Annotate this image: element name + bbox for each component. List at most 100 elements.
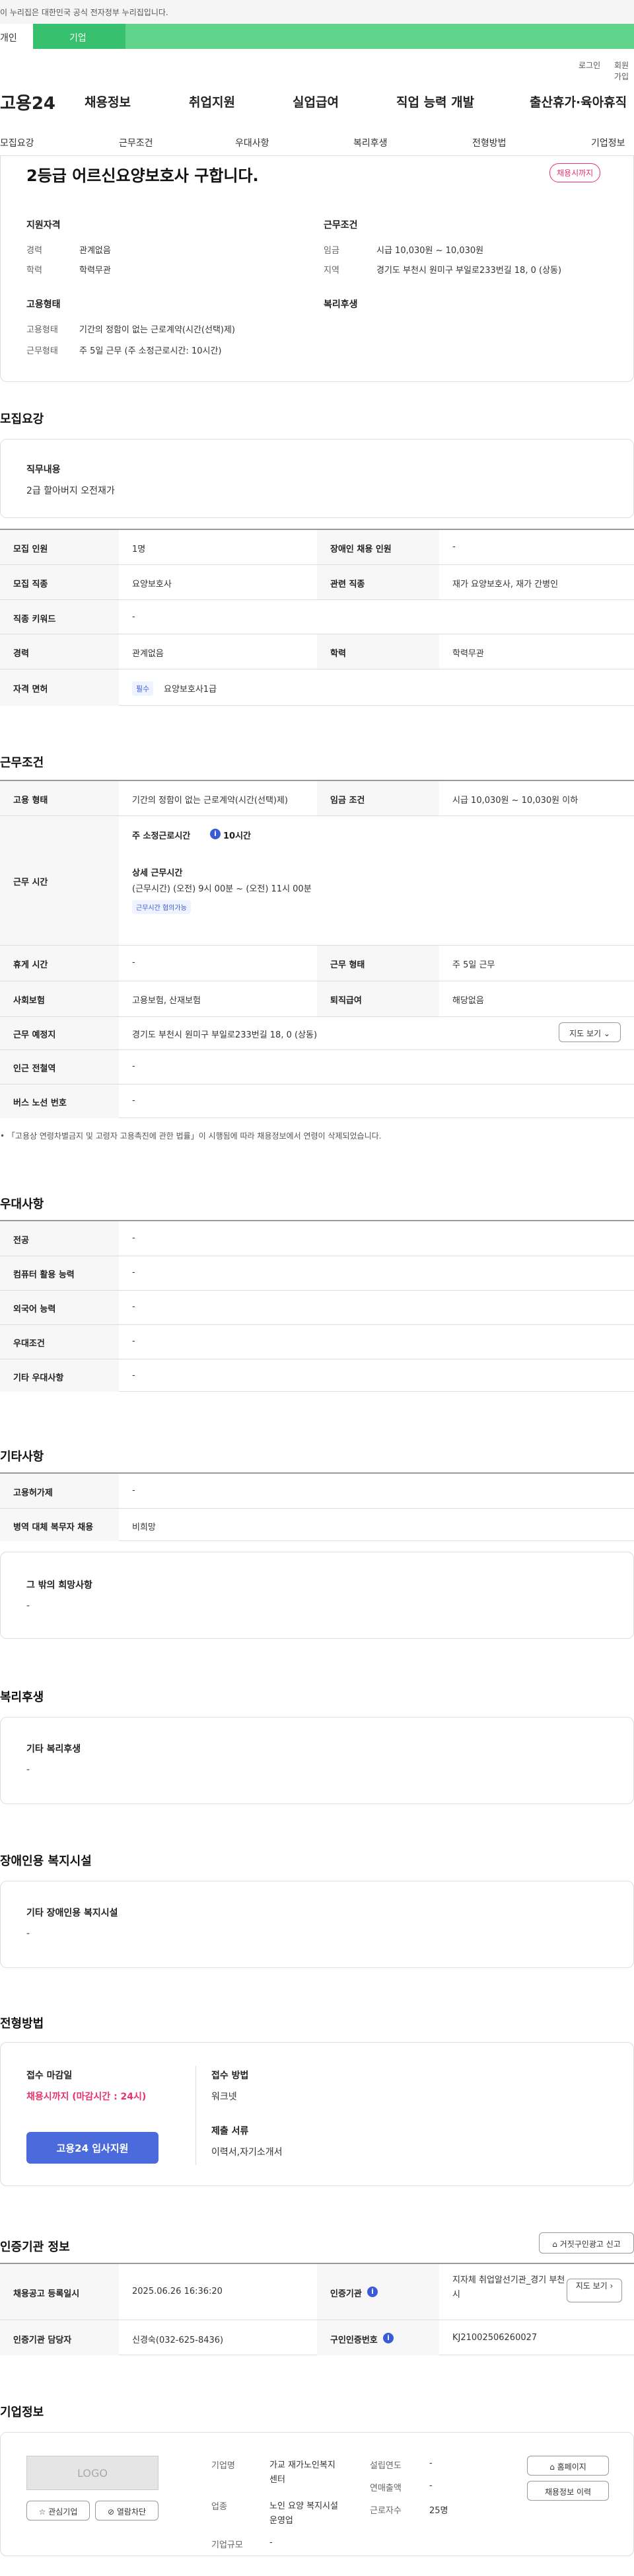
label-cert-org: 인증기관 (330, 2289, 362, 2299)
subnav-company[interactable]: 기업정보 (591, 136, 625, 149)
label-emptype: 고용 형태 (13, 796, 48, 806)
value-license: 요양보호사1급 (164, 685, 217, 695)
join-link[interactable]: 회원가입 (614, 59, 634, 82)
docs-value: 이력서,자기소개서 (211, 2147, 283, 2158)
docs-label: 제출 서류 (211, 2126, 249, 2137)
value-edu: 학력무관 (452, 649, 484, 659)
label-sales: 연매출액 (370, 2483, 402, 2493)
deadline-badge: 채용시까지 (549, 163, 601, 182)
age-footnote: • 「고용상 연령차별금지 및 고령자 고용촉진에 관한 법률」이 시행됨에 따… (0, 1131, 382, 1141)
value-station: - (132, 1061, 135, 1071)
company-section-title: 기업정보 (0, 2406, 44, 2419)
apply-button[interactable]: 고용24 입사지원 (26, 2132, 158, 2164)
tab-business[interactable]: 기업 (33, 24, 125, 49)
etc-table: 고용허가제 - 병역 대체 복무자 채용 비희망 (0, 1472, 634, 1541)
cert-number-info-icon[interactable]: i (383, 2333, 394, 2343)
welfare-card (0, 1717, 634, 1804)
favorite-company-button[interactable]: ☆ 관심기업 (26, 2501, 90, 2520)
nav-unemployment-benefit[interactable]: 실업급여 (293, 93, 339, 110)
negotiable-badge: 근무시간 협의가능 (132, 900, 191, 914)
label-company-name: 기업명 (211, 2461, 235, 2471)
deadline-label: 접수 마감일 (26, 2070, 73, 2081)
emptype-label: 고용형태 (26, 325, 58, 335)
label-cert-number: 구인인증번호 (330, 2335, 378, 2345)
home-icon: ⌂ (552, 2240, 557, 2249)
homepage-button[interactable]: ⌂ 홈페이지 (527, 2456, 609, 2476)
value-emptype: 기간의 정함이 없는 근로계약(시간(선택)제) (132, 796, 289, 806)
duty-value: 2급 할아버지 오전재가 (26, 486, 115, 496)
tab-individual[interactable]: 개인 (0, 24, 33, 49)
site-logo[interactable]: 고용24 (0, 90, 55, 114)
employment-heading: 고용형태 (26, 299, 61, 310)
work-table: 고용 형태 기간의 정함이 없는 근로계약(시간(선택)제) 임금 조건 시급 … (0, 780, 634, 1118)
block-view-button[interactable]: ⊘ 열람차단 (95, 2501, 158, 2520)
subnav-work[interactable]: 근무조건 (119, 136, 153, 149)
subnav-preference[interactable]: 우대사항 (235, 136, 269, 149)
value-career: 관계없음 (132, 649, 164, 659)
job-history-button[interactable]: 채용정보 이력 (527, 2481, 609, 2501)
nav-vocational-training[interactable]: 직업 능력 개발 (396, 93, 474, 110)
label-disabled-count: 장애인 채용 인원 (330, 545, 392, 554)
map-view-button[interactable]: 지도 보기 ⌄ (559, 1022, 621, 1042)
pref-section-title: 우대사항 (0, 1197, 44, 1211)
cert-map-button[interactable]: 지도 보기 › (567, 2279, 622, 2302)
label-wage: 임금 조건 (330, 796, 365, 806)
label-bus: 버스 노선 번호 (13, 1098, 67, 1108)
value-workplace: 경기도 부천시 원미구 부일로233번길 18, 0 (상동) (132, 1030, 318, 1040)
subnav-recruit[interactable]: 모집요강 (0, 136, 34, 149)
label-job: 모집 직종 (13, 580, 48, 589)
info-icon[interactable]: i (210, 829, 221, 839)
nav-employment-support[interactable]: 취업지원 (189, 93, 235, 110)
cert-section-title: 인증기관 정보 (0, 2240, 70, 2254)
value-major: - (132, 1233, 135, 1243)
area-value: 경기도 부천시 원미구 부일로233번길 18, 0 (상동) (376, 266, 562, 276)
welfare-heading: 복리후생 (324, 299, 358, 310)
subnav-welfare[interactable]: 복리후생 (353, 136, 388, 149)
worktype-value: 주 5일 근무 (주 소정근로시간: 10시간) (79, 346, 222, 356)
license-required-badge: 필수 (132, 681, 154, 696)
value-pref-condition: - (132, 1336, 135, 1346)
disability-value: - (26, 1928, 30, 1939)
subnav-selection[interactable]: 전형방법 (472, 136, 507, 149)
value-cert-manager: 신경숙(032-625-8436) (132, 2335, 224, 2345)
emptype-value: 기간의 정함이 없는 근로계약(시간(선택)제) (79, 325, 236, 335)
weekly-hours-value: 10시간 (223, 831, 252, 841)
value-cert-org: 지자체 취업알선기관_경기 부천시 (452, 2275, 565, 2300)
deadline-value: 채용시까지 (마감시간 : 24시) (26, 2092, 147, 2102)
value-sales: - (429, 2481, 433, 2491)
label-pref-other: 기타 우대사항 (13, 1373, 64, 1383)
conditions-heading: 근무조건 (324, 220, 358, 231)
label-military: 병역 대체 복무자 채용 (13, 1523, 94, 1533)
value-cert-number: KJ21002506260027 (452, 2333, 538, 2343)
edu-value: 학력무관 (79, 266, 111, 276)
cert-org-info-icon[interactable]: i (367, 2287, 378, 2297)
login-link[interactable]: 로그인 (579, 59, 600, 71)
label-station: 인근 전철역 (13, 1064, 56, 1074)
label-worktime: 근무 시간 (13, 878, 48, 888)
value-founded: - (429, 2458, 433, 2468)
work-section-title: 근무조건 (0, 756, 44, 770)
value-bus: - (132, 1096, 135, 1106)
wage-label: 임금 (324, 246, 339, 256)
weekly-hours-label: 주 소정근로시간 (132, 831, 191, 841)
cert-table: 채용공고 등록일시 2025.06.26 16:36:20 인증기관 i 지자체… (0, 2263, 634, 2355)
value-wage: 시급 10,030원 ~ 10,030원 이하 (452, 796, 579, 806)
label-pref-condition: 우대조건 (13, 1339, 45, 1349)
label-related-job: 관련 직종 (330, 580, 365, 589)
pref-table: 전공 - 컴퓨터 활용 능력 - 외국어 능력 - 우대조건 - 기타 우대사항… (0, 1220, 634, 1392)
disability-section-title: 장애인용 복지시설 (0, 1854, 92, 1868)
area-label: 지역 (324, 266, 339, 276)
nav-jobs[interactable]: 채용정보 (85, 93, 131, 110)
method-value: 워크넷 (211, 2092, 237, 2102)
label-work-permit: 고용허가제 (13, 1488, 53, 1498)
selection-card (0, 2042, 634, 2186)
home-icon: ⌂ (549, 2462, 555, 2472)
career-label: 경력 (26, 246, 42, 256)
nav-parental-leave[interactable]: 출산휴가·육아휴직 (530, 93, 627, 110)
duty-card (0, 439, 634, 518)
label-career: 경력 (13, 649, 29, 659)
label-keyword: 직종 키워드 (13, 615, 56, 625)
career-value: 관계없음 (79, 246, 111, 256)
block-icon: ⊘ (107, 2507, 115, 2517)
false-ad-report-button[interactable]: ⌂ 거짓구인광고 신고 (539, 2232, 634, 2254)
